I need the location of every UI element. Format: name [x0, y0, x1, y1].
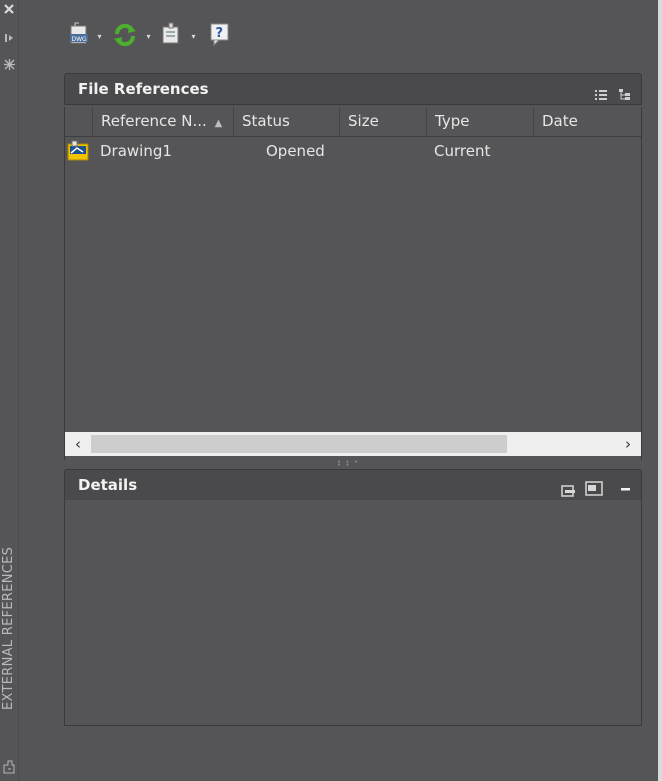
column-header-status[interactable]: Status: [234, 107, 340, 136]
help-icon: ?: [210, 23, 229, 47]
scroll-right-arrow[interactable]: ›: [617, 432, 639, 456]
scrollbar-thumb[interactable]: [91, 435, 507, 453]
cell-type: Current: [434, 142, 491, 160]
attach-dwg-icon: DWG: [70, 22, 88, 44]
palette-sidebar: EXTERNAL REFERENCES: [0, 0, 19, 781]
properties-icon[interactable]: [2, 58, 16, 72]
details-header: Details: [64, 469, 642, 501]
column-header-reference-name[interactable]: Reference N... ▲: [93, 107, 234, 136]
column-header-date[interactable]: Date: [534, 107, 641, 136]
refresh-icon: [114, 23, 136, 47]
column-header-size[interactable]: Size: [340, 107, 427, 136]
details-title: Details: [78, 476, 138, 494]
file-references-header: File References: [64, 73, 642, 105]
panel-splitter[interactable]: • • • • •: [64, 458, 642, 469]
attach-dropdown-arrow[interactable]: ▾: [95, 32, 104, 41]
table-row[interactable]: Drawing1 Opened Current: [65, 138, 641, 164]
file-references-title: File References: [78, 80, 209, 98]
splitter-grip-icon: • • • • •: [337, 458, 359, 469]
cell-status: Opened: [266, 142, 325, 160]
cell-reference-name: Drawing1: [100, 142, 172, 160]
drawing-icon: [67, 140, 89, 166]
refresh-dropdown-arrow[interactable]: ▾: [144, 32, 153, 41]
scroll-left-arrow[interactable]: ‹: [67, 432, 89, 456]
change-path-button[interactable]: [160, 22, 184, 50]
svg-text:DWG: DWG: [72, 36, 88, 43]
xref-palette-icon: [2, 760, 16, 774]
column-header-type[interactable]: Type: [427, 107, 534, 136]
refresh-button[interactable]: [112, 22, 138, 50]
column-header-icon: [65, 107, 93, 136]
svg-text:?: ?: [216, 26, 224, 41]
help-button[interactable]: ?: [208, 22, 232, 50]
details-panel: [64, 500, 642, 726]
sort-ascending-icon: ▲: [214, 118, 223, 129]
horizontal-scrollbar[interactable]: ‹ ›: [65, 432, 641, 456]
attach-dwg-button[interactable]: DWG: [68, 22, 92, 50]
file-references-list[interactable]: Reference N... ▲ Status Size Type Date D…: [64, 107, 642, 461]
column-header-row: Reference N... ▲ Status Size Type Date: [65, 107, 641, 137]
palette-vertical-title: EXTERNAL REFERENCES: [1, 546, 16, 710]
change-path-icon: [162, 22, 179, 44]
external-references-palette: DWG ▾ ▾ ▾ ? File References Reference N.…: [18, 0, 658, 781]
auto-hide-icon[interactable]: [2, 32, 16, 46]
change-path-dropdown-arrow[interactable]: ▾: [189, 32, 198, 41]
close-icon[interactable]: [2, 3, 16, 17]
